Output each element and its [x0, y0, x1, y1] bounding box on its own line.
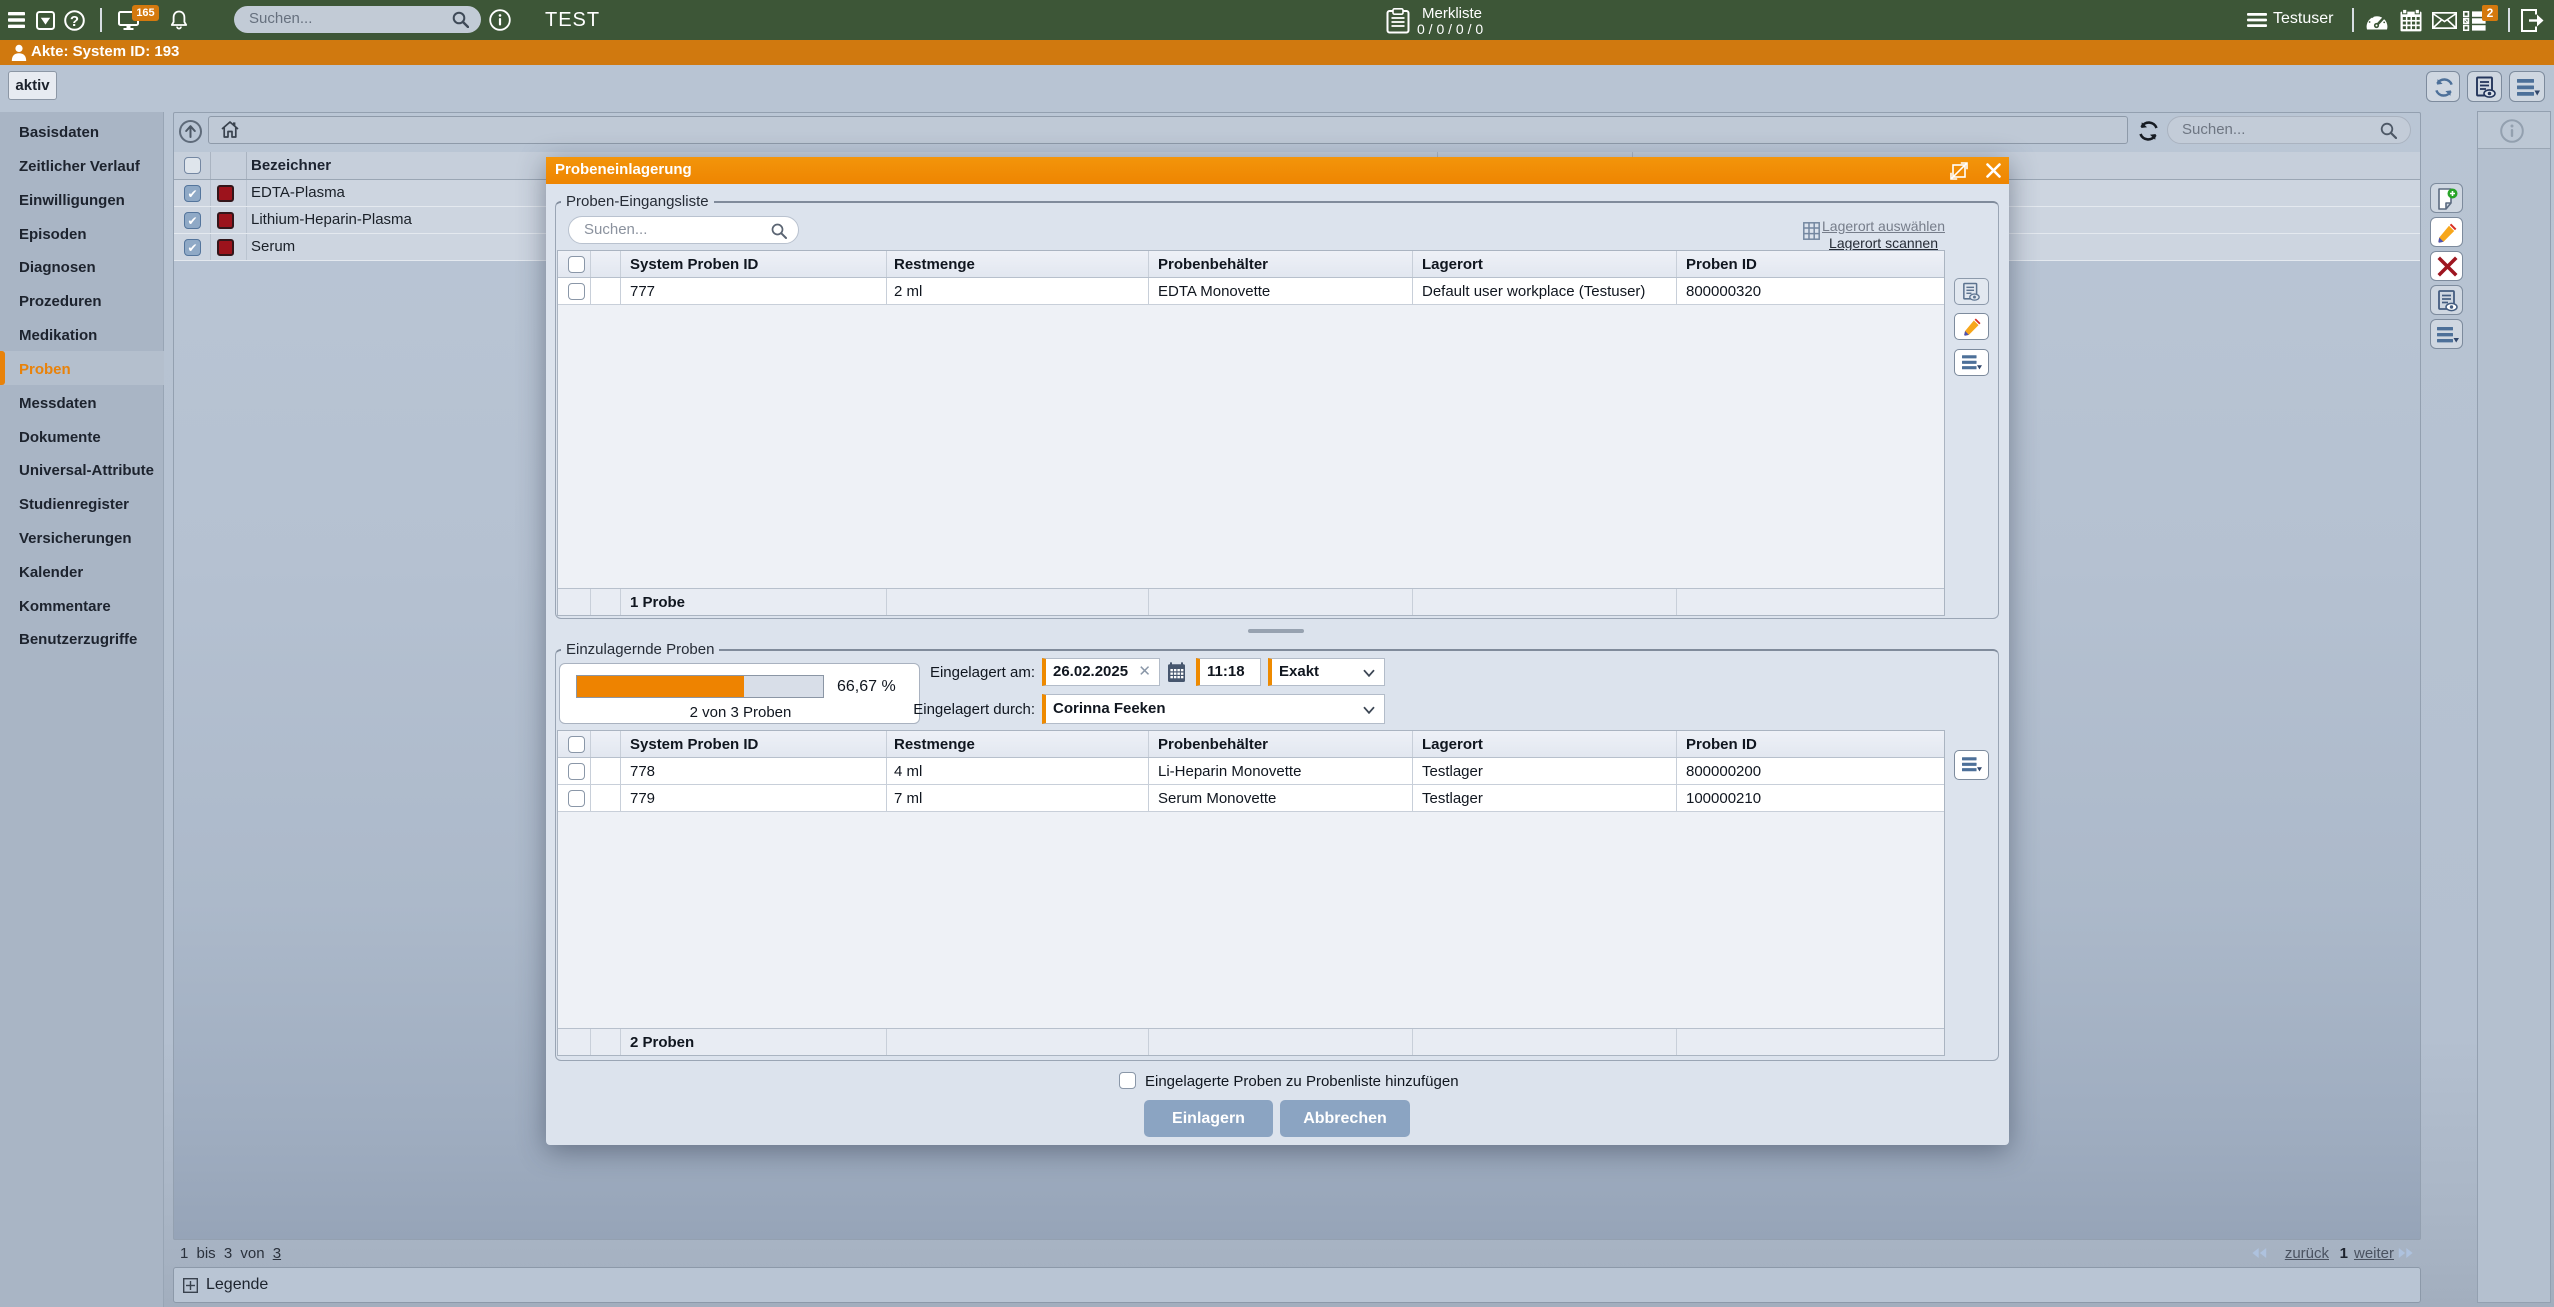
- svg-text:?: ?: [70, 13, 79, 30]
